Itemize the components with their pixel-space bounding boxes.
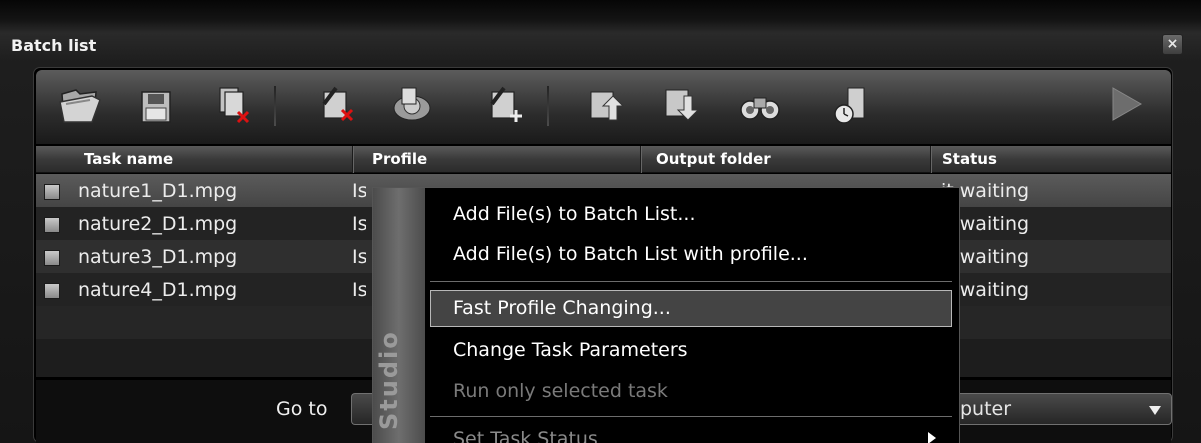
menu-item-run-selected-task[interactable]: Run only selected task xyxy=(453,380,668,402)
task-profile: Is xyxy=(352,213,366,235)
close-button[interactable]: × xyxy=(1162,34,1183,55)
title-bar: Batch list xyxy=(0,28,1201,62)
column-divider[interactable] xyxy=(640,146,641,173)
task-checkbox[interactable] xyxy=(44,250,60,266)
menu-item-add-files[interactable]: Add File(s) to Batch List... xyxy=(453,203,695,225)
column-divider[interactable] xyxy=(930,146,931,173)
table-header: Task name Profile Output folder Status xyxy=(36,146,1171,173)
move-down-icon[interactable] xyxy=(656,80,704,128)
toolbar-separator xyxy=(547,86,549,126)
play-icon[interactable] xyxy=(1101,80,1149,128)
add-task-icon[interactable] xyxy=(482,80,530,128)
task-status: it waiting xyxy=(941,213,1030,235)
task-checkbox[interactable] xyxy=(44,184,60,200)
task-name: nature3_D1.mpg xyxy=(78,246,238,268)
column-header-task-name[interactable]: Task name xyxy=(84,150,173,168)
menu-item-change-task-parameters[interactable]: Change Task Parameters xyxy=(453,339,688,361)
batch-list-window: Batch list × Task name Profile Output fo… xyxy=(0,0,1201,443)
menu-item-set-task-status[interactable]: Set Task Status xyxy=(453,428,598,443)
task-profile: Is xyxy=(352,246,366,268)
column-header-output-folder[interactable]: Output folder xyxy=(656,150,771,168)
task-status: it waiting xyxy=(941,246,1030,268)
submenu-arrow-icon xyxy=(928,432,936,443)
destination-value: puter xyxy=(960,398,1012,420)
menu-item-fast-profile-changing[interactable]: Fast Profile Changing... xyxy=(453,297,671,319)
task-status: it waiting xyxy=(941,279,1030,301)
move-up-icon[interactable] xyxy=(581,80,629,128)
menu-separator xyxy=(430,281,952,282)
task-status: it waiting xyxy=(941,180,1030,202)
column-divider[interactable] xyxy=(352,146,353,173)
task-name: nature2_D1.mpg xyxy=(78,213,238,235)
column-header-profile[interactable]: Profile xyxy=(372,150,427,168)
goto-label: Go to xyxy=(276,398,328,420)
open-folder-icon[interactable] xyxy=(56,80,104,128)
column-header-status[interactable]: Status xyxy=(942,150,997,168)
toolbar xyxy=(36,70,1171,144)
context-menu-brand: Studio xyxy=(375,330,403,430)
task-name: nature1_D1.mpg xyxy=(78,180,238,202)
convert-settings-icon[interactable] xyxy=(388,80,436,128)
task-profile: Is xyxy=(352,180,366,202)
toolbar-separator xyxy=(274,86,276,126)
chevron-down-icon[interactable] xyxy=(1145,400,1165,420)
remove-task-icon[interactable] xyxy=(314,80,362,128)
binoculars-icon[interactable] xyxy=(736,80,784,128)
task-name: nature4_D1.mpg xyxy=(78,279,238,301)
task-checkbox[interactable] xyxy=(44,283,60,299)
scheduler-icon[interactable] xyxy=(826,80,874,128)
task-checkbox[interactable] xyxy=(44,217,60,233)
task-profile: Is xyxy=(352,279,366,301)
save-icon[interactable] xyxy=(130,80,178,128)
menu-separator xyxy=(430,416,952,417)
menu-item-add-files-with-profile[interactable]: Add File(s) to Batch List with profile..… xyxy=(453,243,808,265)
delete-all-icon[interactable] xyxy=(208,80,256,128)
window-title: Batch list xyxy=(11,36,97,55)
